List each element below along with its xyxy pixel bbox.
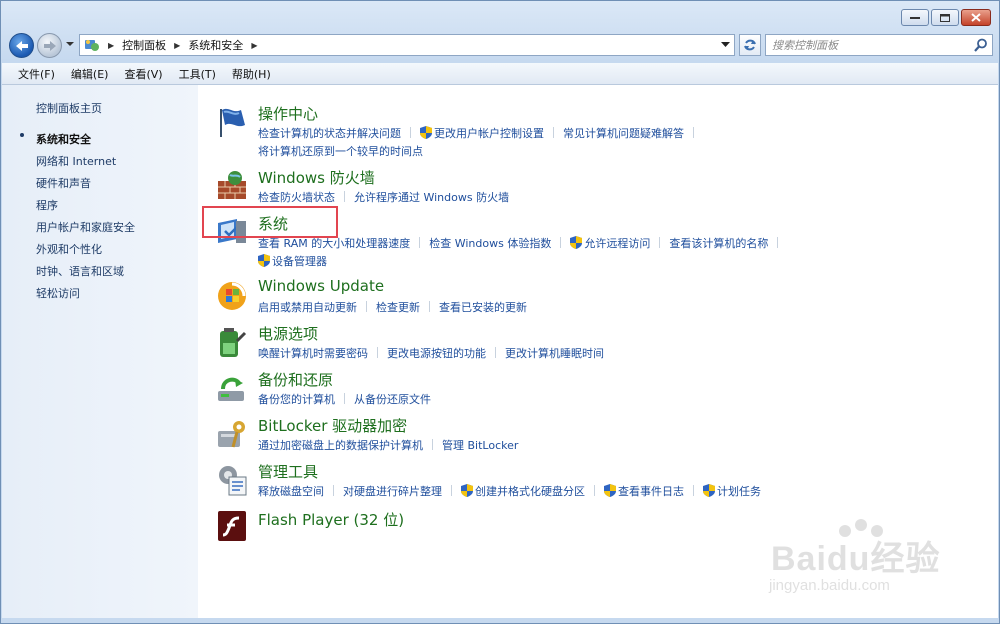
search-placeholder: 搜索控制面板	[772, 39, 838, 52]
link-allow-program[interactable]: 允许程序通过 Windows 防火墙	[354, 191, 509, 204]
link-uac-settings[interactable]: 更改用户帐户控制设置	[434, 127, 544, 140]
link-free-disk-space[interactable]: 释放磁盘空间	[258, 485, 324, 498]
address-dropdown-icon[interactable]	[721, 42, 730, 48]
forward-button[interactable]	[37, 33, 62, 58]
arrow-left-icon	[15, 40, 28, 51]
nav-hardware-sound[interactable]: 硬件和声音	[36, 175, 91, 191]
category-title[interactable]: 电源选项	[258, 323, 318, 344]
nav-network-internet[interactable]: 网络和 Internet	[36, 153, 116, 169]
power-icon	[220, 328, 247, 357]
navigation-bar: ▶ 控制面板 ▶ 系统和安全 ▶ 搜索控制面板	[9, 31, 993, 59]
nav-appearance[interactable]: 外观和个性化	[36, 241, 102, 257]
link-firewall-status[interactable]: 检查防火墙状态	[258, 191, 335, 204]
link-partition[interactable]: 创建并格式化硬盘分区	[475, 485, 585, 498]
breadcrumb-control-panel[interactable]: 控制面板	[122, 37, 166, 53]
watermark-url: jingyan.baidu.com	[769, 577, 890, 594]
minimize-icon[interactable]	[901, 9, 929, 26]
category-title[interactable]: Flash Player (32 位)	[258, 509, 404, 530]
recent-pages-chevron-icon[interactable]	[65, 41, 75, 47]
link-ram-cpu[interactable]: 查看 RAM 的大小和处理器速度	[258, 237, 410, 250]
left-navigation-pane: 控制面板主页 系统和安全 网络和 Internet 硬件和声音 程序 用户帐户和…	[2, 85, 198, 618]
uac-shield-icon	[420, 126, 432, 139]
nav-programs[interactable]: 程序	[36, 197, 58, 213]
link-backup-computer[interactable]: 备份您的计算机	[258, 393, 335, 406]
link-manage-bitlocker[interactable]: 管理 BitLocker	[442, 439, 518, 452]
category-title[interactable]: Windows Update	[258, 277, 384, 295]
uac-shield-icon	[604, 484, 616, 497]
back-button[interactable]	[9, 33, 34, 58]
link-restore-files[interactable]: 从备份还原文件	[354, 393, 431, 406]
link-device-manager[interactable]: 设备管理器	[272, 255, 327, 268]
baidu-watermark: Baidu经验 jingyan.baidu.com	[761, 517, 961, 607]
control-panel-icon	[85, 40, 99, 51]
windows-update-icon	[218, 282, 246, 310]
breadcrumb-system-security[interactable]: 系统和安全	[188, 37, 243, 53]
link-event-log[interactable]: 查看事件日志	[618, 485, 684, 498]
link-scheduled-tasks[interactable]: 计划任务	[717, 485, 761, 498]
caption-buttons	[901, 9, 991, 26]
highlight-box	[202, 206, 338, 238]
address-bar[interactable]: ▶ 控制面板 ▶ 系统和安全 ▶	[79, 34, 735, 56]
category-title[interactable]: Windows 防火墙	[258, 167, 375, 188]
link-auto-update[interactable]: 启用或禁用自动更新	[258, 301, 357, 314]
close-icon[interactable]	[961, 9, 991, 26]
menu-help[interactable]: 帮助(H)	[224, 66, 279, 82]
link-sleep-time[interactable]: 更改计算机睡眠时间	[505, 347, 604, 360]
category-title[interactable]: 备份和还原	[258, 369, 333, 390]
uac-shield-icon	[258, 254, 270, 267]
link-encrypt-data[interactable]: 通过加密磁盘上的数据保护计算机	[258, 439, 423, 452]
breadcrumb-arrow-icon: ▶	[108, 40, 115, 50]
breadcrumb-arrow-icon: ▶	[251, 40, 258, 50]
search-input[interactable]: 搜索控制面板	[765, 34, 993, 56]
link-wake-password[interactable]: 唤醒计算机时需要密码	[258, 347, 368, 360]
nav-clock-language-region[interactable]: 时钟、语言和区域	[36, 263, 124, 279]
menu-edit[interactable]: 编辑(E)	[63, 66, 117, 82]
flag-icon	[220, 108, 245, 137]
menu-view[interactable]: 查看(V)	[116, 66, 170, 82]
link-experience-index[interactable]: 检查 Windows 体验指数	[429, 237, 551, 250]
refresh-icon	[744, 39, 756, 51]
link-restore-point[interactable]: 将计算机还原到一个较早的时间点	[258, 145, 423, 158]
nav-system-security[interactable]: 系统和安全	[36, 131, 91, 147]
selected-bullet-icon	[20, 133, 24, 137]
flash-player-icon	[218, 511, 246, 541]
uac-shield-icon	[703, 484, 715, 497]
nav-user-accounts[interactable]: 用户帐户和家庭安全	[36, 219, 135, 235]
category-title[interactable]: 管理工具	[258, 461, 318, 482]
search-icon[interactable]	[974, 38, 988, 52]
bitlocker-icon	[218, 421, 245, 448]
category-title[interactable]: 操作中心	[258, 103, 318, 124]
uac-shield-icon	[461, 484, 473, 497]
category-title[interactable]: BitLocker 驱动器加密	[258, 415, 407, 436]
link-check-updates[interactable]: 检查更新	[376, 301, 420, 314]
backup-icon	[218, 377, 244, 401]
link-defragment[interactable]: 对硬盘进行碎片整理	[343, 485, 442, 498]
link-installed-updates[interactable]: 查看已安装的更新	[439, 301, 527, 314]
admin-tools-icon	[219, 466, 247, 496]
arrow-right-icon	[43, 40, 56, 51]
link-remote-access[interactable]: 允许远程访问	[584, 237, 650, 250]
link-troubleshoot[interactable]: 常见计算机问题疑难解答	[563, 127, 684, 140]
breadcrumb-arrow-icon: ▶	[174, 40, 181, 50]
link-power-button[interactable]: 更改电源按钮的功能	[387, 347, 486, 360]
refresh-button[interactable]	[739, 34, 761, 56]
menu-bar: 文件(F) 编辑(E) 查看(V) 工具(T) 帮助(H)	[2, 63, 998, 85]
firewall-icon	[218, 171, 246, 199]
nav-ease-of-access[interactable]: 轻松访问	[36, 285, 80, 301]
control-panel-home-link[interactable]: 控制面板主页	[36, 100, 102, 116]
menu-tools[interactable]: 工具(T)	[171, 66, 224, 82]
maximize-icon[interactable]	[931, 9, 959, 26]
watermark-text: Baidu经验	[771, 540, 941, 578]
control-panel-window: ▶ 控制面板 ▶ 系统和安全 ▶ 搜索控制面板 文件(F) 编辑(E) 查看(V…	[0, 0, 1000, 624]
menu-file[interactable]: 文件(F)	[2, 66, 63, 82]
link-computer-name[interactable]: 查看该计算机的名称	[669, 237, 768, 250]
uac-shield-icon	[570, 236, 583, 249]
link-check-status[interactable]: 检查计算机的状态并解决问题	[258, 127, 401, 140]
